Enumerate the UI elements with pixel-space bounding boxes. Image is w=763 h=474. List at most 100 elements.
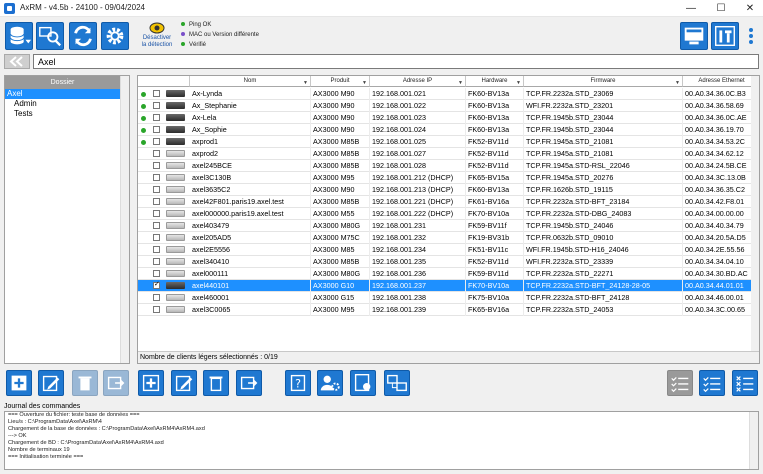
table-row[interactable]: axel460001 AX3000 G15 192.168.001.238 FK75-… bbox=[138, 292, 759, 304]
row-checkbox[interactable] bbox=[153, 222, 160, 229]
col-header-name[interactable]: Nom ▼ bbox=[190, 76, 311, 87]
grid-header-icons bbox=[138, 76, 190, 87]
thin-client-icon bbox=[166, 126, 185, 133]
cell-ip: 192.168.001.231 bbox=[370, 220, 466, 232]
delete-folder-button[interactable] bbox=[72, 370, 98, 396]
delete-client-button[interactable] bbox=[203, 370, 229, 396]
collapse-button[interactable] bbox=[4, 54, 30, 69]
table-row[interactable]: axel3C0065 AX3000 M95 192.168.001.239 FK65-… bbox=[138, 304, 759, 316]
row-checkbox[interactable] bbox=[153, 150, 160, 157]
row-checkbox[interactable] bbox=[153, 102, 160, 109]
table-row[interactable]: axel3C130B AX3000 M95 192.168.001.212 (DHC… bbox=[138, 172, 759, 184]
edit-folder-button[interactable] bbox=[38, 370, 64, 396]
col-header-ip[interactable]: Adresse IP ▼ bbox=[370, 76, 466, 87]
close-button[interactable]: ✕ bbox=[735, 0, 763, 17]
search-devices-button[interactable] bbox=[36, 22, 64, 50]
list-view-button[interactable] bbox=[667, 370, 693, 396]
log-scrollbar[interactable] bbox=[749, 412, 758, 469]
maximize-button[interactable]: ☐ bbox=[706, 0, 736, 17]
refresh-button[interactable] bbox=[69, 22, 97, 50]
row-checkbox[interactable] bbox=[153, 210, 160, 217]
purple-dot-icon bbox=[181, 32, 185, 37]
row-checkbox[interactable] bbox=[153, 280, 160, 289]
row-checkbox[interactable] bbox=[153, 174, 160, 181]
col-header-mac[interactable]: Adresse Ethernet bbox=[683, 76, 759, 87]
table-row[interactable]: axel205AD5 AX3000 M75C 192.168.001.232 FK19… bbox=[138, 232, 759, 244]
table-row[interactable]: axel340410 AX3000 M85B 192.168.001.235 FK52… bbox=[138, 256, 759, 268]
table-row[interactable]: axel000111 AX3000 M80G 192.168.001.236 FK59… bbox=[138, 268, 759, 280]
table-row[interactable]: Ax_Sophie AX3000 M90 192.168.001.024 FK60-B… bbox=[138, 124, 759, 136]
table-row[interactable]: axel42F801.paris19.axel.test AX3000 M85B 1… bbox=[138, 196, 759, 208]
col-header-firmware[interactable]: Firmware ▼ bbox=[524, 76, 683, 87]
grid-scrollbar[interactable] bbox=[751, 76, 759, 351]
database-button[interactable] bbox=[5, 22, 33, 50]
tree-item-admin[interactable]: Admin bbox=[5, 99, 129, 109]
row-checkbox[interactable] bbox=[153, 126, 160, 133]
cell-ip: 192.168.001.025 bbox=[370, 136, 466, 148]
row-checkbox[interactable] bbox=[153, 258, 160, 265]
table-row[interactable]: axel403479 AX3000 M80G 192.168.001.231 FK59… bbox=[138, 220, 759, 232]
table-row[interactable]: axprod2 AX3000 M85B 192.168.001.027 FK52-BV… bbox=[138, 148, 759, 160]
row-checkbox[interactable] bbox=[153, 138, 160, 145]
row-checkbox[interactable] bbox=[153, 294, 160, 301]
row-checkbox[interactable] bbox=[153, 186, 160, 193]
tree-item-axel[interactable]: Axel bbox=[5, 89, 120, 99]
thin-client-icon bbox=[166, 114, 185, 121]
row-checkbox[interactable] bbox=[153, 90, 160, 97]
cell-ip: 192.168.001.236 bbox=[370, 268, 466, 280]
search-input[interactable] bbox=[33, 54, 759, 69]
add-client-button[interactable] bbox=[138, 370, 164, 396]
tree-item-tests[interactable]: Tests bbox=[5, 109, 129, 119]
user-settings-button[interactable] bbox=[317, 370, 343, 396]
thin-client-icon bbox=[166, 138, 185, 145]
col-header-product[interactable]: Produit ▼ bbox=[311, 76, 370, 87]
settings-button[interactable] bbox=[101, 22, 129, 50]
cell-hardware: FK60-BV13a bbox=[466, 88, 524, 100]
network-button[interactable] bbox=[384, 370, 410, 396]
more-menu-button[interactable] bbox=[744, 22, 758, 50]
cell-product: AX3000 M90 bbox=[311, 88, 370, 100]
table-row[interactable]: Ax_Stephanie AX3000 M90 192.168.001.022 FK6… bbox=[138, 100, 759, 112]
filter-icon[interactable]: ▼ bbox=[458, 78, 463, 86]
command-log[interactable]: === Ouverture du fichier: teste base de … bbox=[4, 411, 759, 470]
row-checkbox[interactable] bbox=[153, 162, 160, 169]
deselect-all-button[interactable] bbox=[732, 370, 758, 396]
cell-product: AX3000 M95 bbox=[311, 172, 370, 184]
table-row[interactable]: axel440101AX3000 G10192.168.001.237FK70-… bbox=[138, 280, 759, 292]
row-checkbox[interactable] bbox=[153, 246, 160, 253]
table-row[interactable]: Ax-Lela AX3000 M90 192.168.001.023 FK60-BV1… bbox=[138, 112, 759, 124]
move-folder-button[interactable] bbox=[103, 370, 129, 396]
minimize-button[interactable]: — bbox=[676, 0, 706, 17]
filter-icon[interactable]: ▼ bbox=[675, 78, 680, 86]
cell-hardware: FK59-BV11d bbox=[466, 268, 524, 280]
tools-button[interactable] bbox=[711, 22, 739, 50]
help-button[interactable]: ? bbox=[285, 370, 311, 396]
cell-name: axel460001 bbox=[190, 292, 311, 304]
thin-client-icon bbox=[166, 294, 185, 301]
certificate-button[interactable] bbox=[350, 370, 376, 396]
row-checkbox[interactable] bbox=[153, 198, 160, 205]
move-client-button[interactable] bbox=[236, 370, 262, 396]
row-checkbox[interactable] bbox=[153, 306, 160, 313]
clients-view-button[interactable] bbox=[680, 22, 708, 50]
table-row[interactable]: axel245BCE AX3000 M85B 192.168.001.028 FK52… bbox=[138, 160, 759, 172]
row-checkbox[interactable] bbox=[153, 234, 160, 241]
filter-icon[interactable]: ▼ bbox=[303, 78, 308, 86]
row-checkbox[interactable] bbox=[153, 114, 160, 121]
select-all-button[interactable] bbox=[699, 370, 725, 396]
filter-icon[interactable]: ▼ bbox=[362, 78, 367, 86]
cell-hardware: FK61-BV16a bbox=[466, 196, 524, 208]
table-row[interactable]: axel000000.paris19.axel.test AX3000 M55 19… bbox=[138, 208, 759, 220]
toggle-detection-button[interactable]: Désactiver la détection bbox=[138, 22, 176, 50]
table-row[interactable]: axel3635C2 AX3000 M90 192.168.001.213 (DHC… bbox=[138, 184, 759, 196]
col-header-hardware[interactable]: Hardware ▼ bbox=[466, 76, 524, 87]
add-folder-button[interactable] bbox=[6, 370, 32, 396]
row-checkbox[interactable] bbox=[153, 270, 160, 277]
table-row[interactable]: axel2E5556 AX3000 M85 192.168.001.234 FK51-… bbox=[138, 244, 759, 256]
table-row[interactable]: axprod1 AX3000 M85B 192.168.001.025 FK52-BV… bbox=[138, 136, 759, 148]
detect-label-1: Désactiver bbox=[142, 35, 172, 41]
filter-icon[interactable]: ▼ bbox=[516, 78, 521, 86]
table-row[interactable]: Ax-Lynda AX3000 M90 192.168.001.021 FK60-BV… bbox=[138, 88, 759, 100]
tree-scrollbar[interactable] bbox=[120, 76, 129, 363]
edit-client-button[interactable] bbox=[171, 370, 197, 396]
